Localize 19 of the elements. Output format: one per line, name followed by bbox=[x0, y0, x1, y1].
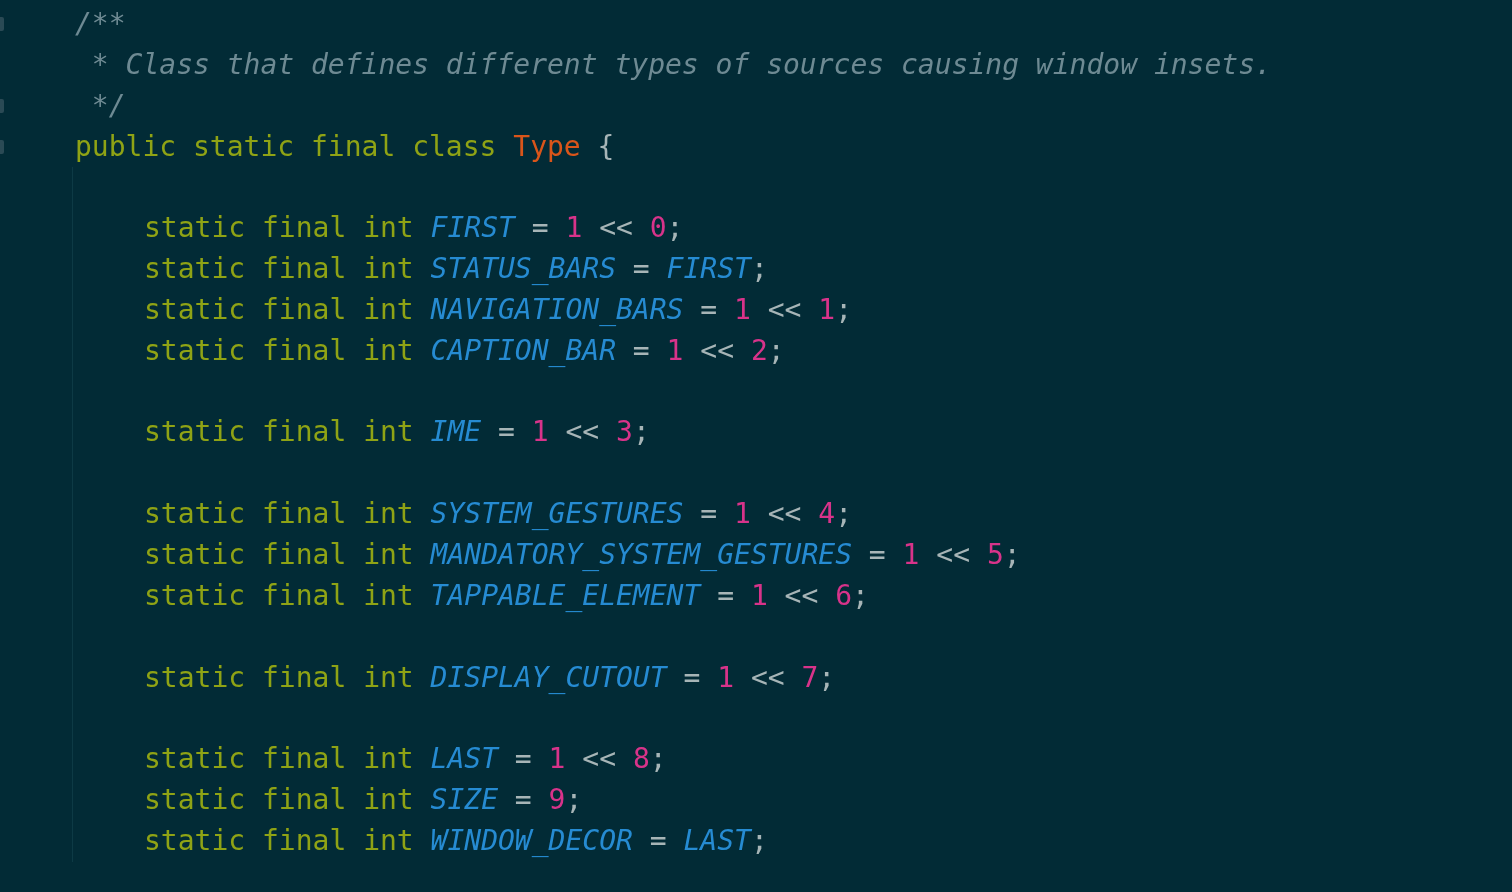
code-line: static final int SYSTEM_GESTURES = 1 << 4; bbox=[144, 496, 853, 533]
code-line: static final int TAPPABLE_ELEMENT = 1 << 6; bbox=[144, 577, 869, 614]
code-comment: */ bbox=[90, 87, 126, 124]
code-comment: * Class that defines different types of sources causing window insets. bbox=[90, 46, 1272, 83]
code-line: static final int STATUS_BARS = FIRST; bbox=[144, 251, 768, 288]
code-line: static final int DISPLAY_CUTOUT = 1 << 7; bbox=[144, 659, 836, 696]
code-line: static final int LAST = 1 << 8; bbox=[144, 741, 667, 778]
fold-marker-icon[interactable] bbox=[0, 17, 4, 31]
code-line: static final int CAPTION_BAR = 1 << 2; bbox=[144, 332, 785, 369]
fold-marker-icon[interactable] bbox=[0, 98, 4, 113]
code-line: static final int IME = 1 << 3; bbox=[144, 414, 650, 451]
code-line: static final int FIRST = 1 << 0; bbox=[144, 210, 684, 247]
fold-marker-icon[interactable] bbox=[0, 139, 4, 154]
code-line: public static final class Type { bbox=[75, 128, 615, 165]
code-comment: /** bbox=[75, 6, 126, 42]
code-line: static final int WINDOW_DECOR = LAST; bbox=[144, 822, 768, 859]
code-line: static final int MANDATORY_SYSTEM_GESTURES = 1 << 5; bbox=[144, 536, 1021, 573]
code-line: static final int NAVIGATION_BARS = 1 << 1; bbox=[144, 291, 853, 328]
code-line: static final int SIZE = 9; bbox=[144, 782, 583, 819]
